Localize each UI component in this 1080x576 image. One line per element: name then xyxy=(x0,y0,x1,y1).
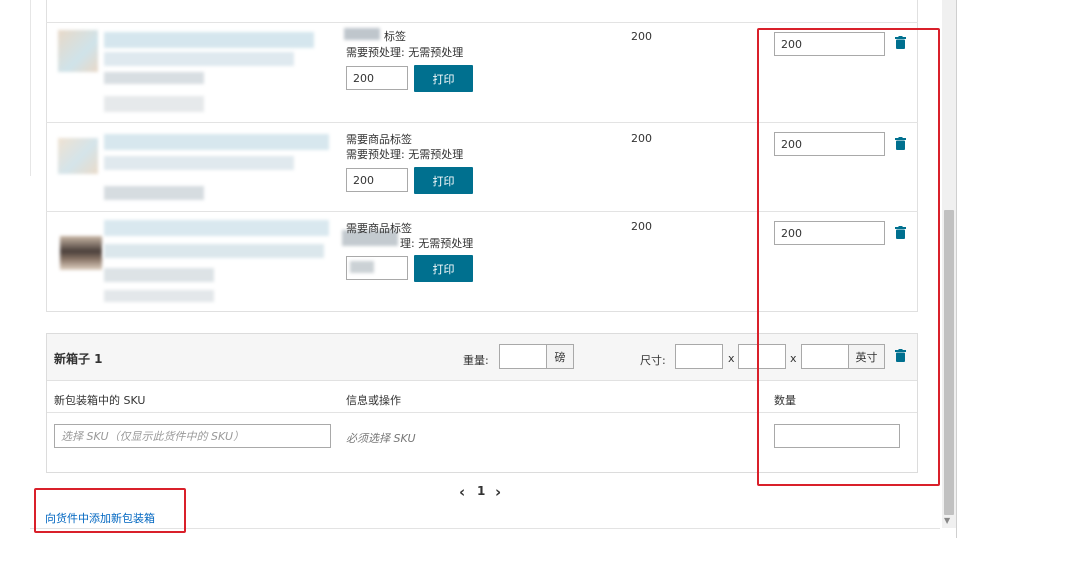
product-sku-redacted xyxy=(104,186,204,200)
expected-quantity: 200 xyxy=(631,30,652,43)
label-requirement: 标签 xyxy=(384,30,406,43)
product-sku-redacted xyxy=(104,268,214,282)
weight-input[interactable] xyxy=(499,344,547,369)
column-header-sku: 新包装箱中的 SKU xyxy=(54,394,146,407)
product-title-redacted xyxy=(104,134,329,150)
annotation-highlight-add-box-link xyxy=(34,488,186,533)
expected-quantity: 200 xyxy=(631,220,652,233)
print-quantity-input[interactable]: 200 xyxy=(346,168,408,192)
dimensions-label: 尺寸: xyxy=(640,354,666,367)
container-left-border xyxy=(30,0,31,176)
annotation-highlight-quantity-column xyxy=(757,28,940,486)
product-title-redacted xyxy=(104,32,314,48)
pagination-prev[interactable]: ‹ xyxy=(459,483,465,501)
prep-requirement: 需要预处理: 无需预处理 xyxy=(346,148,464,161)
print-quantity-input[interactable]: 200 xyxy=(346,66,408,90)
product-sku-redacted xyxy=(104,96,204,112)
print-button[interactable]: 打印 xyxy=(414,167,473,194)
weight-unit: 磅 xyxy=(546,344,574,369)
expected-quantity: 200 xyxy=(631,132,652,145)
scrollbar-down-arrow[interactable]: ▼ xyxy=(944,516,950,525)
sku-select-placeholder: 选择 SKU（仅显示此货件中的 SKU） xyxy=(61,430,245,443)
row-divider xyxy=(46,22,918,23)
print-button[interactable]: 打印 xyxy=(414,255,473,282)
scrollbar-thumb[interactable] xyxy=(944,210,954,515)
prep-requirement: 需要预处理: 无需预处理 xyxy=(346,46,464,59)
product-title-redacted xyxy=(104,220,329,236)
product-title-redacted xyxy=(104,244,324,258)
sku-required-message: 必须选择 SKU xyxy=(346,432,416,445)
product-image xyxy=(58,30,98,72)
label-redacted xyxy=(344,28,380,40)
column-header-info: 信息或操作 xyxy=(346,394,401,407)
product-sku-redacted xyxy=(104,72,204,84)
label-requirement: 需要商品标签 xyxy=(346,133,412,146)
product-image xyxy=(58,138,98,174)
prep-requirement: 理: 无需预处理 xyxy=(400,237,474,250)
label-requirement: 需要商品标签 xyxy=(346,222,412,235)
dimension-separator: x xyxy=(728,352,735,365)
product-title-redacted xyxy=(104,156,294,170)
pagination-next[interactable]: › xyxy=(495,483,501,501)
print-quantity-redacted xyxy=(350,261,374,273)
product-title-redacted xyxy=(104,52,294,66)
print-button[interactable]: 打印 xyxy=(414,65,473,92)
pagination-current-page[interactable]: 1 xyxy=(477,484,485,498)
weight-unit-label: 磅 xyxy=(554,350,566,364)
length-input[interactable] xyxy=(675,344,723,369)
window-right-border xyxy=(956,0,957,538)
product-sku-redacted xyxy=(104,290,214,302)
product-image xyxy=(60,236,102,270)
new-box-title: 新箱子 1 xyxy=(54,352,103,366)
weight-label: 重量: xyxy=(463,354,489,367)
sku-select-input[interactable]: 选择 SKU（仅显示此货件中的 SKU） xyxy=(54,424,331,448)
